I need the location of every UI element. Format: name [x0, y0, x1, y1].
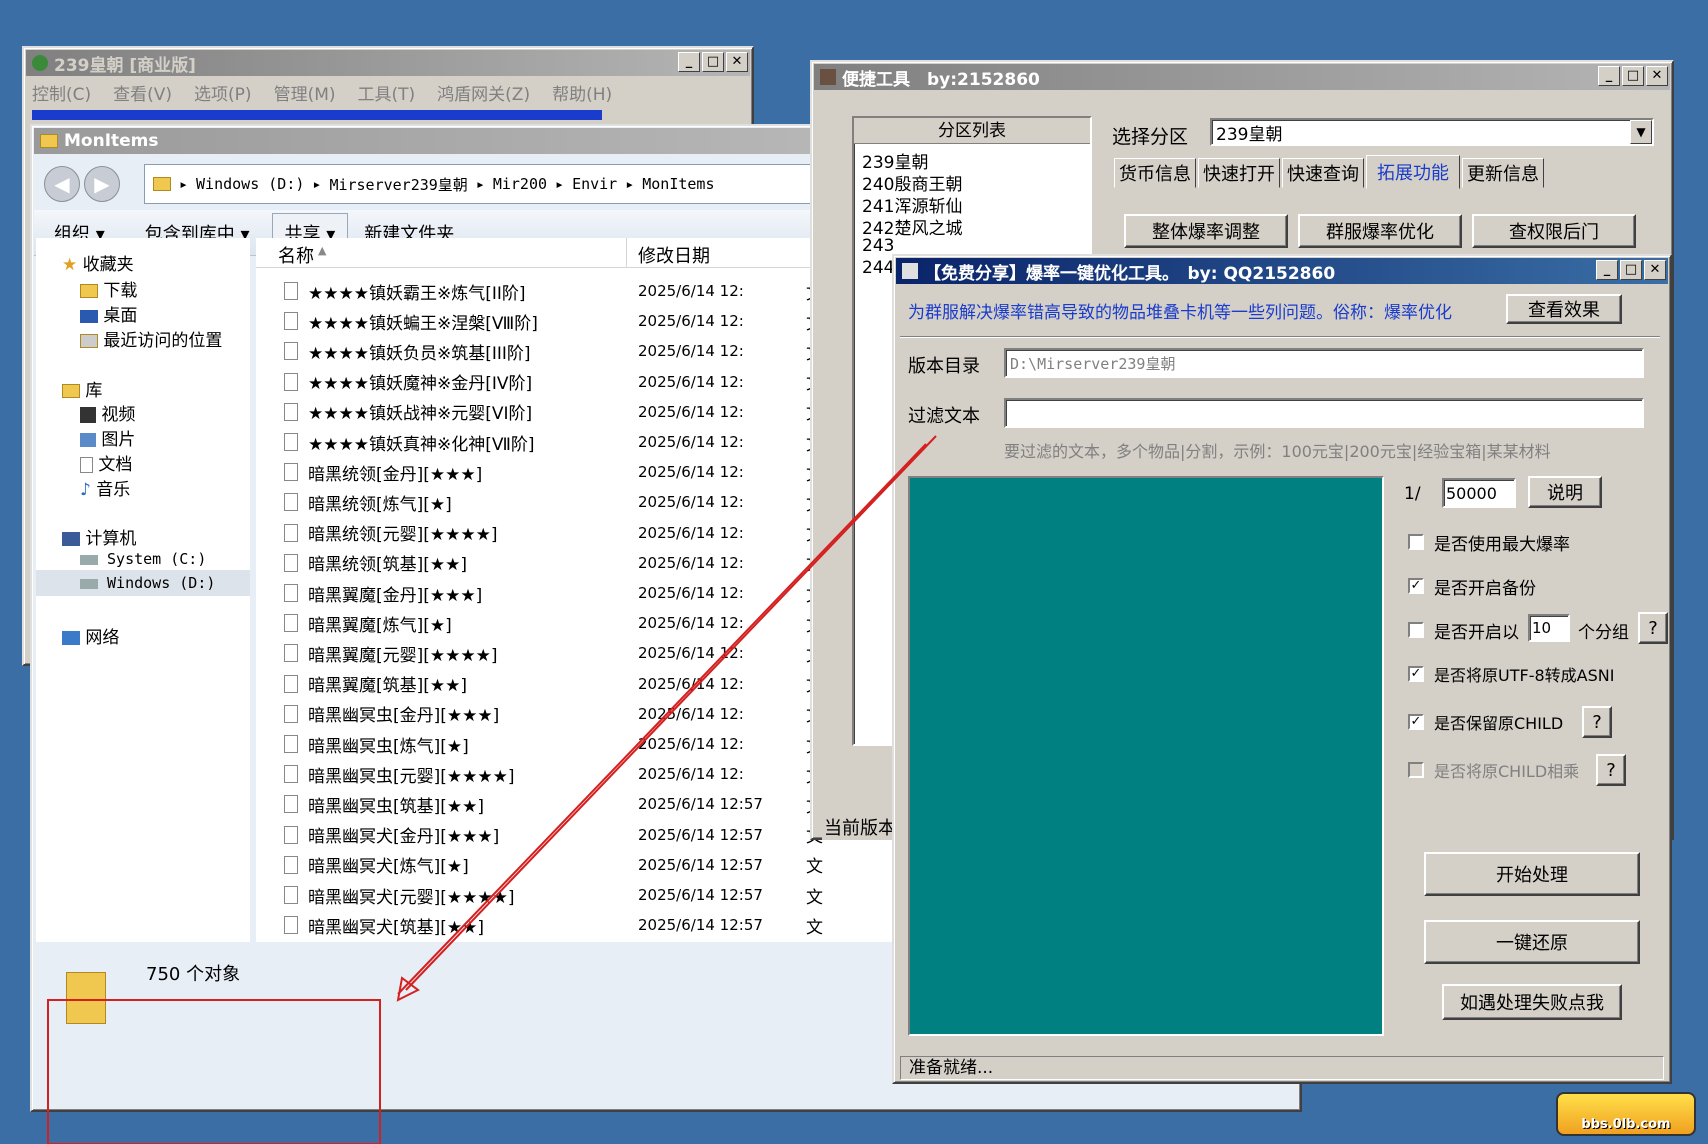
tab-extensions[interactable]: 拓展功能 — [1366, 155, 1460, 189]
forum-watermark: bbs.0lb.com — [1556, 1092, 1696, 1136]
annotation-arrow — [398, 444, 926, 994]
watermark-text: bbs.0lb.com — [1581, 1117, 1670, 1132]
annotation-box — [48, 1000, 380, 1144]
annotation-arrow — [406, 436, 936, 990]
